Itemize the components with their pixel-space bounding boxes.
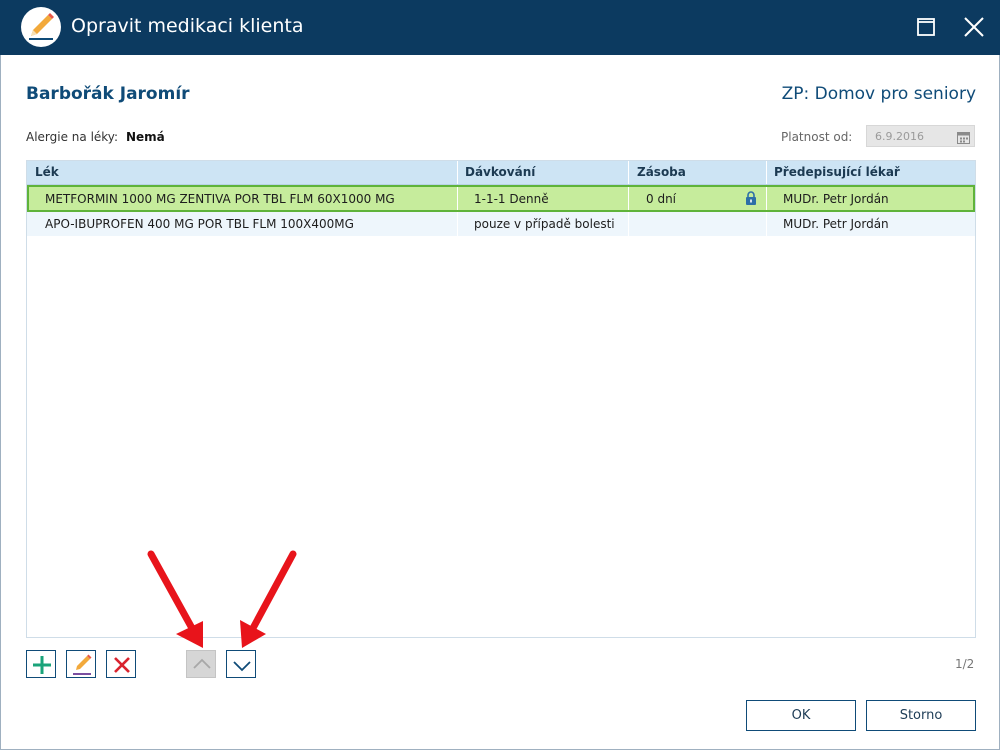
cell-divider <box>457 187 458 210</box>
move-up-icon <box>193 658 211 669</box>
title-bar: Opravit medikaci klienta <box>0 0 1000 55</box>
cell-divider <box>628 187 629 210</box>
insurance-label: ZP: Domov pro seniory <box>781 84 976 104</box>
move-down-icon <box>233 661 251 672</box>
allergy-value: Nemá <box>126 130 165 144</box>
cell-divider <box>628 212 629 236</box>
cell-davkovani: pouze v případě bolesti <box>474 217 615 231</box>
delete-icon <box>114 657 130 673</box>
calendar-icon <box>957 129 970 148</box>
column-divider <box>766 161 767 184</box>
table-row[interactable]: APO-IBUPROFEN 400 MG POR TBL FLM 100X400… <box>27 212 975 236</box>
delete-button[interactable] <box>106 650 136 678</box>
page-indicator: 1/2 <box>955 657 975 671</box>
lock-icon <box>745 191 757 210</box>
close-icon[interactable] <box>959 12 989 42</box>
column-header-lek[interactable]: Lék <box>35 165 59 179</box>
validity-date-value: 6.9.2016 <box>875 130 924 143</box>
cell-lekar: MUDr. Petr Jordán <box>783 217 889 231</box>
maximize-icon[interactable] <box>911 12 941 42</box>
cell-zasoba: 0 dní <box>646 192 677 206</box>
add-icon <box>33 656 51 674</box>
allergy-label: Alergie na léky: <box>26 130 119 144</box>
table-header: Lék Dávkování Zásoba Předepisující lékař <box>27 161 975 185</box>
validity-date-field: 6.9.2016 <box>866 125 975 147</box>
column-divider <box>628 161 629 184</box>
cell-divider <box>766 212 767 236</box>
edit-button[interactable] <box>66 650 96 678</box>
add-button[interactable] <box>26 650 56 678</box>
cell-divider <box>457 212 458 236</box>
move-down-button[interactable] <box>226 650 256 678</box>
cell-davkovani: 1-1-1 Denně <box>474 192 549 206</box>
move-up-button[interactable] <box>186 650 216 678</box>
edit-icon <box>73 654 92 675</box>
cell-lekar: MUDr. Petr Jordán <box>783 192 889 206</box>
cancel-button[interactable]: Storno <box>866 700 976 731</box>
column-divider <box>457 161 458 184</box>
client-name: Barbořák Jaromír <box>26 84 190 104</box>
column-header-lekar[interactable]: Předepisující lékař <box>774 165 900 179</box>
cell-lek: METFORMIN 1000 MG ZENTIVA POR TBL FLM 60… <box>45 192 395 206</box>
ok-button[interactable]: OK <box>746 700 856 731</box>
window-title: Opravit medikaci klienta <box>71 15 304 37</box>
column-header-zasoba[interactable]: Zásoba <box>637 165 686 179</box>
column-header-davkovani[interactable]: Dávkování <box>465 165 535 179</box>
pencil-icon <box>21 7 61 47</box>
table-row[interactable]: METFORMIN 1000 MG ZENTIVA POR TBL FLM 60… <box>27 185 975 212</box>
validity-label: Platnost od: <box>781 130 853 144</box>
cell-lek: APO-IBUPROFEN 400 MG POR TBL FLM 100X400… <box>45 217 354 231</box>
cell-divider <box>766 187 767 210</box>
medication-table: Lék Dávkování Zásoba Předepisující lékař… <box>26 160 976 638</box>
